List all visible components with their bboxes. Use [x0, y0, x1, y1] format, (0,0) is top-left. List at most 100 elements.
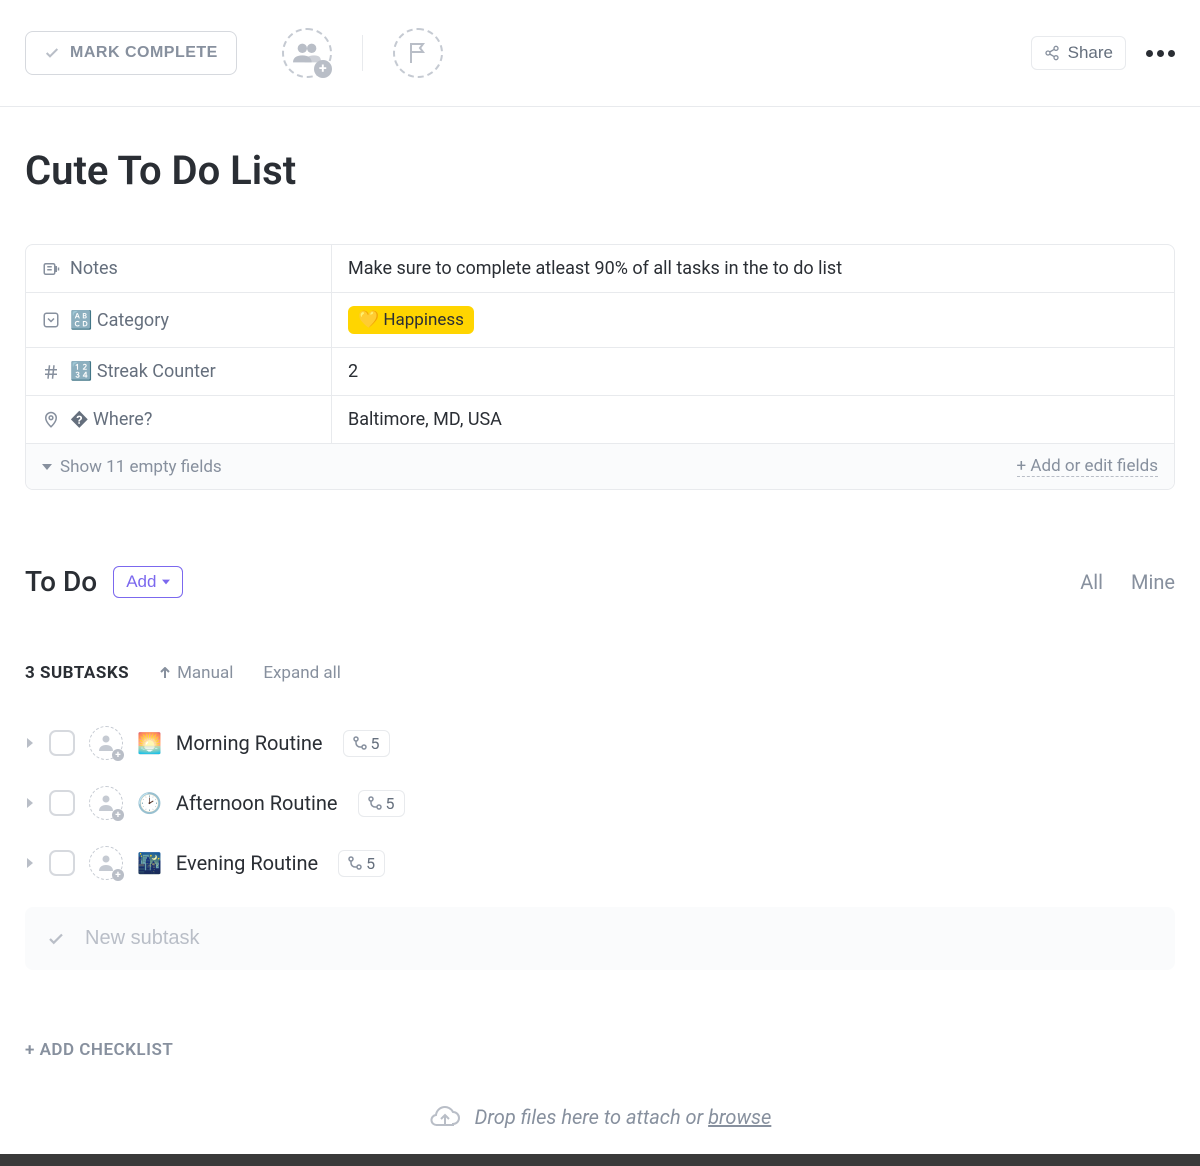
field-value[interactable]: Baltimore, MD, USA [332, 396, 1174, 443]
notes-icon [42, 260, 60, 278]
task-emoji: 🌃 [137, 851, 162, 875]
field-label-text: Notes [70, 258, 118, 279]
field-value[interactable]: Make sure to complete atleast 90% of all… [332, 245, 1174, 292]
dot-icon [1146, 50, 1153, 57]
assign-button[interactable]: + [89, 846, 123, 880]
subtask-count-pill[interactable]: 5 [338, 850, 385, 877]
task-emoji: 🌅 [137, 731, 162, 755]
show-empty-fields-button[interactable]: Show 11 empty fields [42, 457, 222, 477]
check-icon [47, 930, 65, 948]
field-value[interactable]: 💛 Happiness [332, 293, 1174, 347]
plus-badge-icon: + [112, 749, 124, 761]
task-row[interactable]: + 🕑 Afternoon Routine 5 [25, 773, 1175, 833]
attachment-dropzone[interactable]: Drop files here to attach or browse [25, 1090, 1175, 1144]
dropdown-icon [42, 311, 60, 329]
add-task-button[interactable]: Add [113, 566, 183, 598]
dot-icon [1168, 50, 1175, 57]
new-subtask-row[interactable] [25, 907, 1175, 970]
manual-label: Manual [177, 663, 233, 683]
task-checkbox[interactable] [49, 850, 75, 876]
divider [362, 35, 363, 71]
page-title[interactable]: Cute To Do List [25, 147, 1175, 194]
footer-band [0, 1154, 1200, 1166]
edit-fields-link[interactable]: + Add or edit fields [1017, 456, 1158, 477]
caret-down-icon [42, 462, 52, 472]
branch-icon [353, 736, 367, 750]
flag-priority-button[interactable] [393, 28, 443, 78]
todo-section-title: To Do [25, 565, 97, 598]
assign-button[interactable]: + [89, 726, 123, 760]
task-emoji: 🕑 [137, 791, 162, 815]
person-icon [99, 855, 113, 871]
field-row-notes: Notes Make sure to complete atleast 90% … [26, 245, 1174, 293]
cloud-upload-icon [429, 1104, 461, 1130]
assign-button[interactable]: + [89, 786, 123, 820]
dot-icon [1157, 50, 1164, 57]
add-checklist-button[interactable]: + ADD CHECKLIST [25, 1040, 1175, 1060]
flag-icon [408, 42, 428, 64]
field-label: Notes [26, 245, 332, 292]
fields-footer: Show 11 empty fields + Add or edit field… [26, 444, 1174, 489]
mark-complete-label: MARK COMPLETE [70, 44, 218, 62]
fields-table: Notes Make sure to complete atleast 90% … [25, 244, 1175, 490]
branch-icon [348, 856, 362, 870]
todo-header: To Do Add All Mine [25, 565, 1175, 598]
browse-link[interactable]: browse [708, 1105, 771, 1129]
plus-badge-icon: + [314, 60, 332, 78]
add-label: Add [126, 572, 156, 592]
subtask-count-pill[interactable]: 5 [343, 730, 390, 757]
task-name: Afternoon Routine [176, 791, 338, 815]
plus-badge-icon: + [112, 869, 124, 881]
field-label-text: � Where? [70, 409, 152, 430]
filter-all[interactable]: All [1080, 570, 1103, 594]
show-empty-label: Show 11 empty fields [60, 457, 222, 477]
person-icon [99, 735, 113, 751]
subtask-count-pill[interactable]: 5 [358, 790, 405, 817]
field-value[interactable]: 2 [332, 348, 1174, 395]
subtask-count: 3 SUBTASKS [25, 663, 129, 683]
chevron-right-icon[interactable] [25, 738, 35, 748]
task-name: Morning Routine [176, 731, 323, 755]
todo-filters: All Mine [1080, 570, 1175, 594]
field-row-category: 🔠 Category 💛 Happiness [26, 293, 1174, 348]
check-icon [44, 45, 60, 61]
task-checkbox[interactable] [49, 790, 75, 816]
page-content: Cute To Do List Notes Make sure to compl… [0, 147, 1200, 1144]
task-checkbox[interactable] [49, 730, 75, 756]
more-menu-button[interactable] [1146, 50, 1175, 57]
people-icon [293, 43, 321, 63]
hash-icon [42, 363, 60, 381]
mark-complete-button[interactable]: MARK COMPLETE [25, 31, 237, 75]
dropzone-text: Drop files here to attach or browse [475, 1105, 772, 1129]
person-icon [99, 795, 113, 811]
subtask-bar: 3 SUBTASKS Manual Expand all [25, 663, 1175, 683]
new-subtask-input[interactable] [85, 927, 350, 950]
field-label: 🔢 Streak Counter [26, 348, 332, 395]
task-row[interactable]: + 🌃 Evening Routine 5 [25, 833, 1175, 893]
expand-all-button[interactable]: Expand all [263, 663, 341, 683]
sort-manual-button[interactable]: Manual [159, 663, 233, 683]
field-label-text: 🔠 Category [70, 310, 169, 331]
plus-badge-icon: + [112, 809, 124, 821]
chevron-right-icon[interactable] [25, 858, 35, 868]
task-list: + 🌅 Morning Routine 5 + 🕑 Afternoon Rout… [25, 713, 1175, 893]
header: MARK COMPLETE + Share [0, 0, 1200, 107]
branch-icon [368, 796, 382, 810]
chevron-right-icon[interactable] [25, 798, 35, 808]
field-label-text: 🔢 Streak Counter [70, 361, 216, 382]
share-label: Share [1068, 43, 1113, 63]
arrow-up-icon [159, 667, 171, 679]
field-row-streak: 🔢 Streak Counter 2 [26, 348, 1174, 396]
field-row-where: � Where? Baltimore, MD, USA [26, 396, 1174, 444]
filter-mine[interactable]: Mine [1131, 570, 1175, 594]
header-right: Share [1031, 36, 1175, 70]
task-row[interactable]: + 🌅 Morning Routine 5 [25, 713, 1175, 773]
assign-people-button[interactable]: + [282, 28, 332, 78]
share-button[interactable]: Share [1031, 36, 1126, 70]
category-pill: 💛 Happiness [348, 306, 474, 334]
location-icon [42, 411, 60, 429]
share-icon [1044, 45, 1060, 61]
field-label: 🔠 Category [26, 293, 332, 347]
task-name: Evening Routine [176, 851, 318, 875]
header-actions: + [282, 28, 443, 78]
